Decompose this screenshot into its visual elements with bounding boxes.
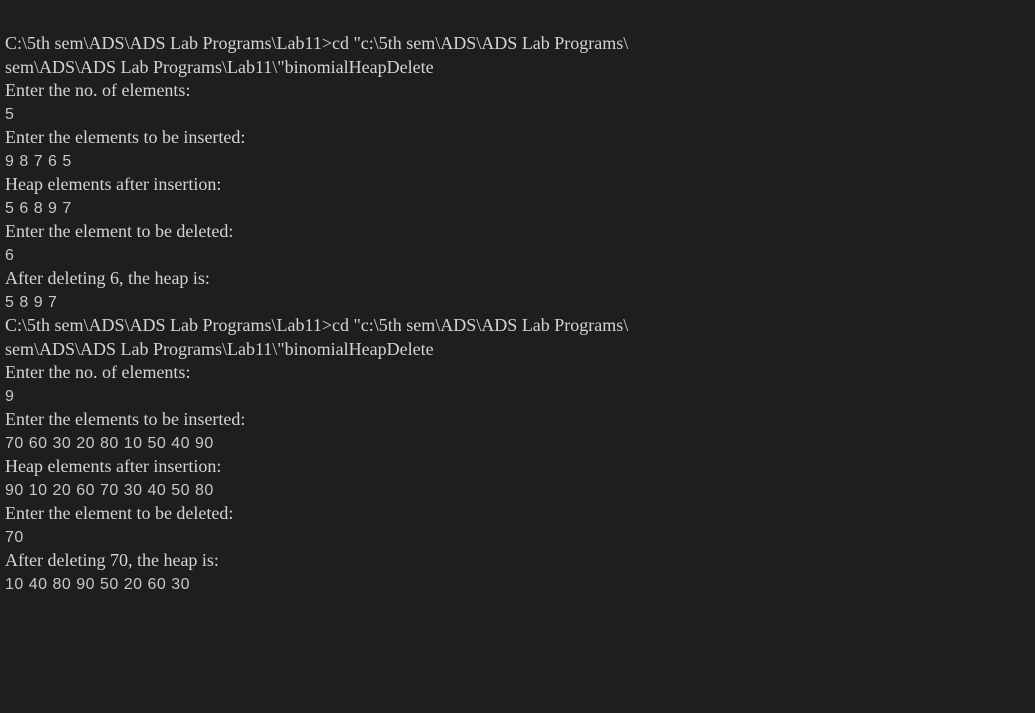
terminal-output[interactable]: C:\5th sem\ADS\ADS Lab Programs\Lab11>cd…	[0, 0, 1035, 713]
terminal-line: 5	[5, 105, 15, 123]
terminal-line: Enter the no. of elements:	[5, 362, 191, 382]
terminal-line: Enter the element to be deleted:	[5, 221, 234, 241]
terminal-line: Enter the element to be deleted:	[5, 503, 234, 523]
terminal-line: C:\5th sem\ADS\ADS Lab Programs\Lab11>cd…	[5, 315, 629, 335]
terminal-line: 6	[5, 246, 15, 264]
terminal-line: sem\ADS\ADS Lab Programs\Lab11\"binomial…	[5, 56, 434, 77]
terminal-line: 9 8 7 6 5	[5, 152, 72, 170]
terminal-line: 9	[5, 387, 15, 405]
terminal-line: 70	[5, 528, 24, 546]
terminal-line: After deleting 70, the heap is:	[5, 550, 219, 570]
terminal-line: After deleting 6, the heap is:	[5, 268, 210, 288]
terminal-line: 90 10 20 60 70 30 40 50 80	[5, 481, 214, 499]
terminal-line: 10 40 80 90 50 20 60 30	[5, 575, 190, 593]
terminal-line: Enter the no. of elements:	[5, 80, 191, 100]
terminal-line: 5 8 9 7	[5, 293, 58, 311]
terminal-line: Heap elements after insertion:	[5, 174, 222, 194]
terminal-line: sem\ADS\ADS Lab Programs\Lab11\"binomial…	[5, 338, 434, 359]
terminal-line: Heap elements after insertion:	[5, 456, 222, 476]
terminal-line: Enter the elements to be inserted:	[5, 409, 246, 429]
terminal-line: C:\5th sem\ADS\ADS Lab Programs\Lab11>cd…	[5, 33, 629, 53]
terminal-line: 70 60 30 20 80 10 50 40 90	[5, 434, 214, 452]
terminal-line: 5 6 8 9 7	[5, 199, 72, 217]
terminal-line: Enter the elements to be inserted:	[5, 127, 246, 147]
